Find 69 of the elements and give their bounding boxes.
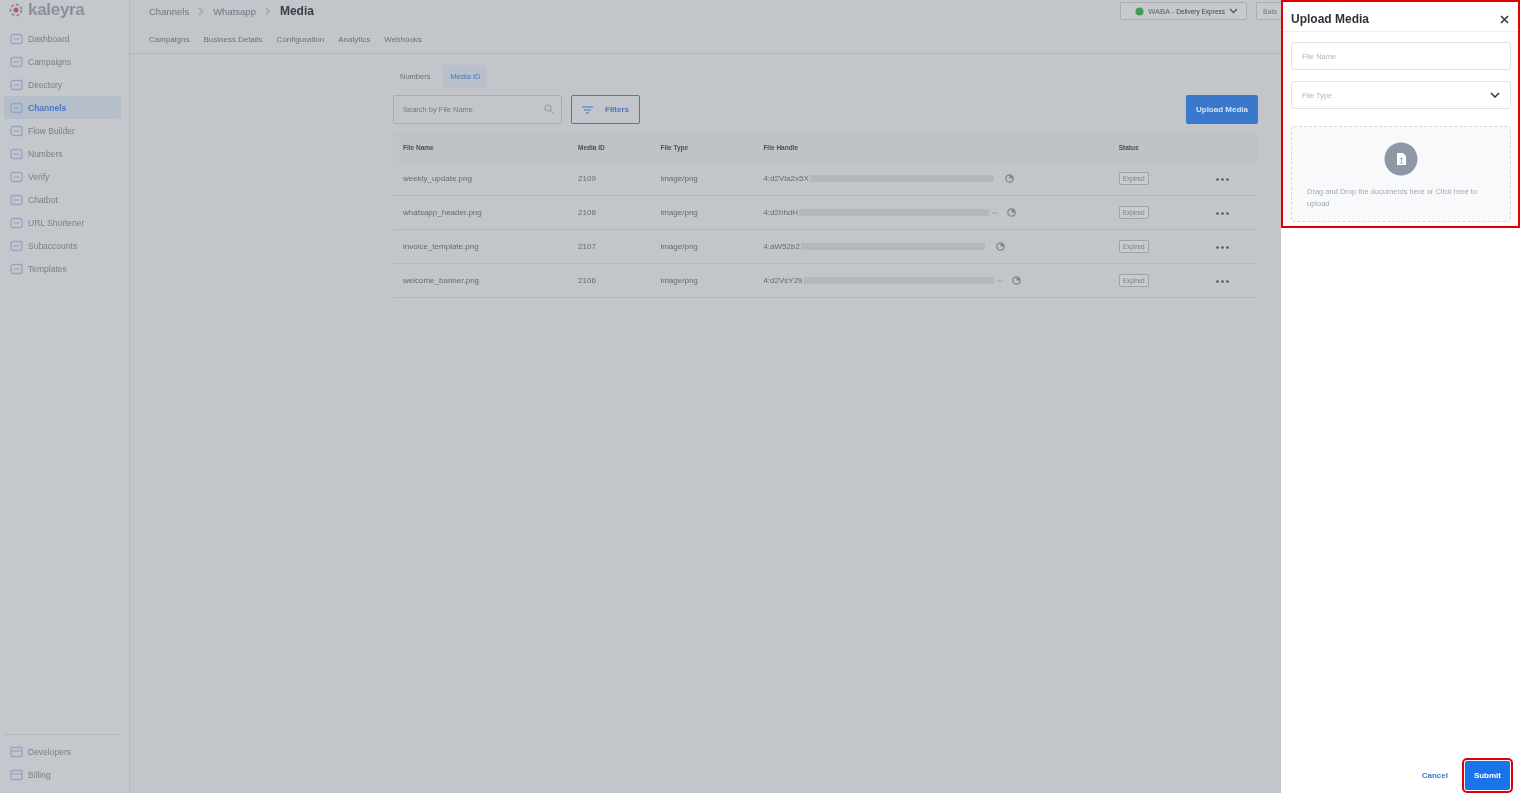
- table-cell: 2109: [568, 162, 651, 196]
- sidebar-item[interactable]: URL Shortener: [4, 211, 121, 234]
- table-cell: image/png: [650, 263, 754, 298]
- window-icon: [10, 193, 23, 206]
- file-handle-text: 4:aW52b2: [763, 242, 800, 251]
- nav-tab[interactable]: Analytics: [338, 35, 371, 44]
- window-icon: [10, 101, 23, 114]
- window-icon: [10, 55, 23, 68]
- sidebar-item[interactable]: Billing: [4, 763, 121, 786]
- sidebar-item[interactable]: Subaccounts: [4, 234, 121, 257]
- table-cell: image/png: [650, 229, 754, 264]
- sidebar-item[interactable]: Dashboard: [4, 27, 121, 50]
- file-handle-text: 4:d2hhdH: [763, 208, 799, 217]
- window-icon: [10, 216, 23, 229]
- sidebar-item[interactable]: Flow Builder: [4, 119, 121, 142]
- more-options-icon[interactable]: [1216, 280, 1230, 283]
- card-icon: [10, 745, 23, 758]
- window-icon: [10, 239, 23, 252]
- window-icon: [10, 147, 23, 160]
- sidebar-item[interactable]: Templates: [4, 257, 121, 280]
- window-icon: [10, 170, 23, 183]
- window-icon: [10, 262, 23, 275]
- close-icon[interactable]: [1500, 14, 1509, 24]
- file-handle-text: 4:d2Vla2x5X: [763, 174, 809, 183]
- sidebar-item[interactable]: Directory: [4, 73, 121, 96]
- more-options-icon[interactable]: [1216, 246, 1230, 249]
- table-cell: weekly_update.png: [393, 162, 569, 196]
- chevron-down-icon: [1490, 92, 1500, 98]
- nav-tab[interactable]: Webhooks: [384, 35, 422, 44]
- nav-tab[interactable]: Business Details: [203, 35, 263, 44]
- table-cell: welcome_banner.png: [393, 263, 569, 298]
- chevron-right-icon: [198, 6, 205, 16]
- nav-tab[interactable]: Campaigns: [149, 35, 190, 44]
- chevron-right-icon: [264, 6, 271, 16]
- upload-media-button[interactable]: Upload Media: [1186, 95, 1258, 124]
- table-cell: image/png: [650, 195, 754, 230]
- breadcrumb-item[interactable]: Channels: [149, 5, 190, 17]
- more-options-icon[interactable]: [1216, 178, 1230, 181]
- window-icon: [10, 124, 23, 137]
- sidebar-item[interactable]: Campaigns: [4, 50, 121, 73]
- filter-icon: [582, 105, 593, 114]
- breadcrumb-item: Media: [279, 4, 314, 18]
- more-options-icon[interactable]: [1216, 212, 1230, 215]
- table-cell: whatsapp_header.png: [393, 195, 569, 230]
- file-upload-icon: [1384, 142, 1418, 176]
- logo-icon: [8, 2, 24, 18]
- window-icon: [10, 78, 23, 91]
- table-cell: invoice_template.png: [393, 229, 569, 264]
- table-cell: 2106: [568, 263, 651, 298]
- brand-name: kaleyra: [28, 0, 85, 20]
- cancel-button[interactable]: Cancel: [1415, 770, 1454, 781]
- sidebar-item[interactable]: Numbers: [4, 142, 121, 165]
- table-cell: 2107: [568, 229, 651, 264]
- filters-button[interactable]: Filters: [571, 95, 640, 124]
- table-cell: 2108: [568, 195, 651, 230]
- file-handle-text: 4:d2VsY29: [763, 276, 803, 285]
- breadcrumb-item[interactable]: Whatsapp: [213, 5, 256, 17]
- nav-tab[interactable]: Configuration: [276, 35, 325, 44]
- submit-button[interactable]: Submit: [1464, 761, 1510, 790]
- panel-title: Upload Media: [1291, 12, 1369, 26]
- card-icon: [10, 768, 23, 781]
- chevron-down-icon: [1229, 8, 1238, 14]
- sidebar-item[interactable]: Channels: [4, 96, 121, 119]
- sidebar-item[interactable]: Developers: [4, 740, 121, 763]
- search-icon: [544, 104, 554, 114]
- window-icon: [10, 32, 23, 45]
- sidebar-item[interactable]: Chatbot: [4, 188, 121, 211]
- sidebar-item[interactable]: Verify: [4, 165, 121, 188]
- table-cell: image/png: [650, 162, 754, 196]
